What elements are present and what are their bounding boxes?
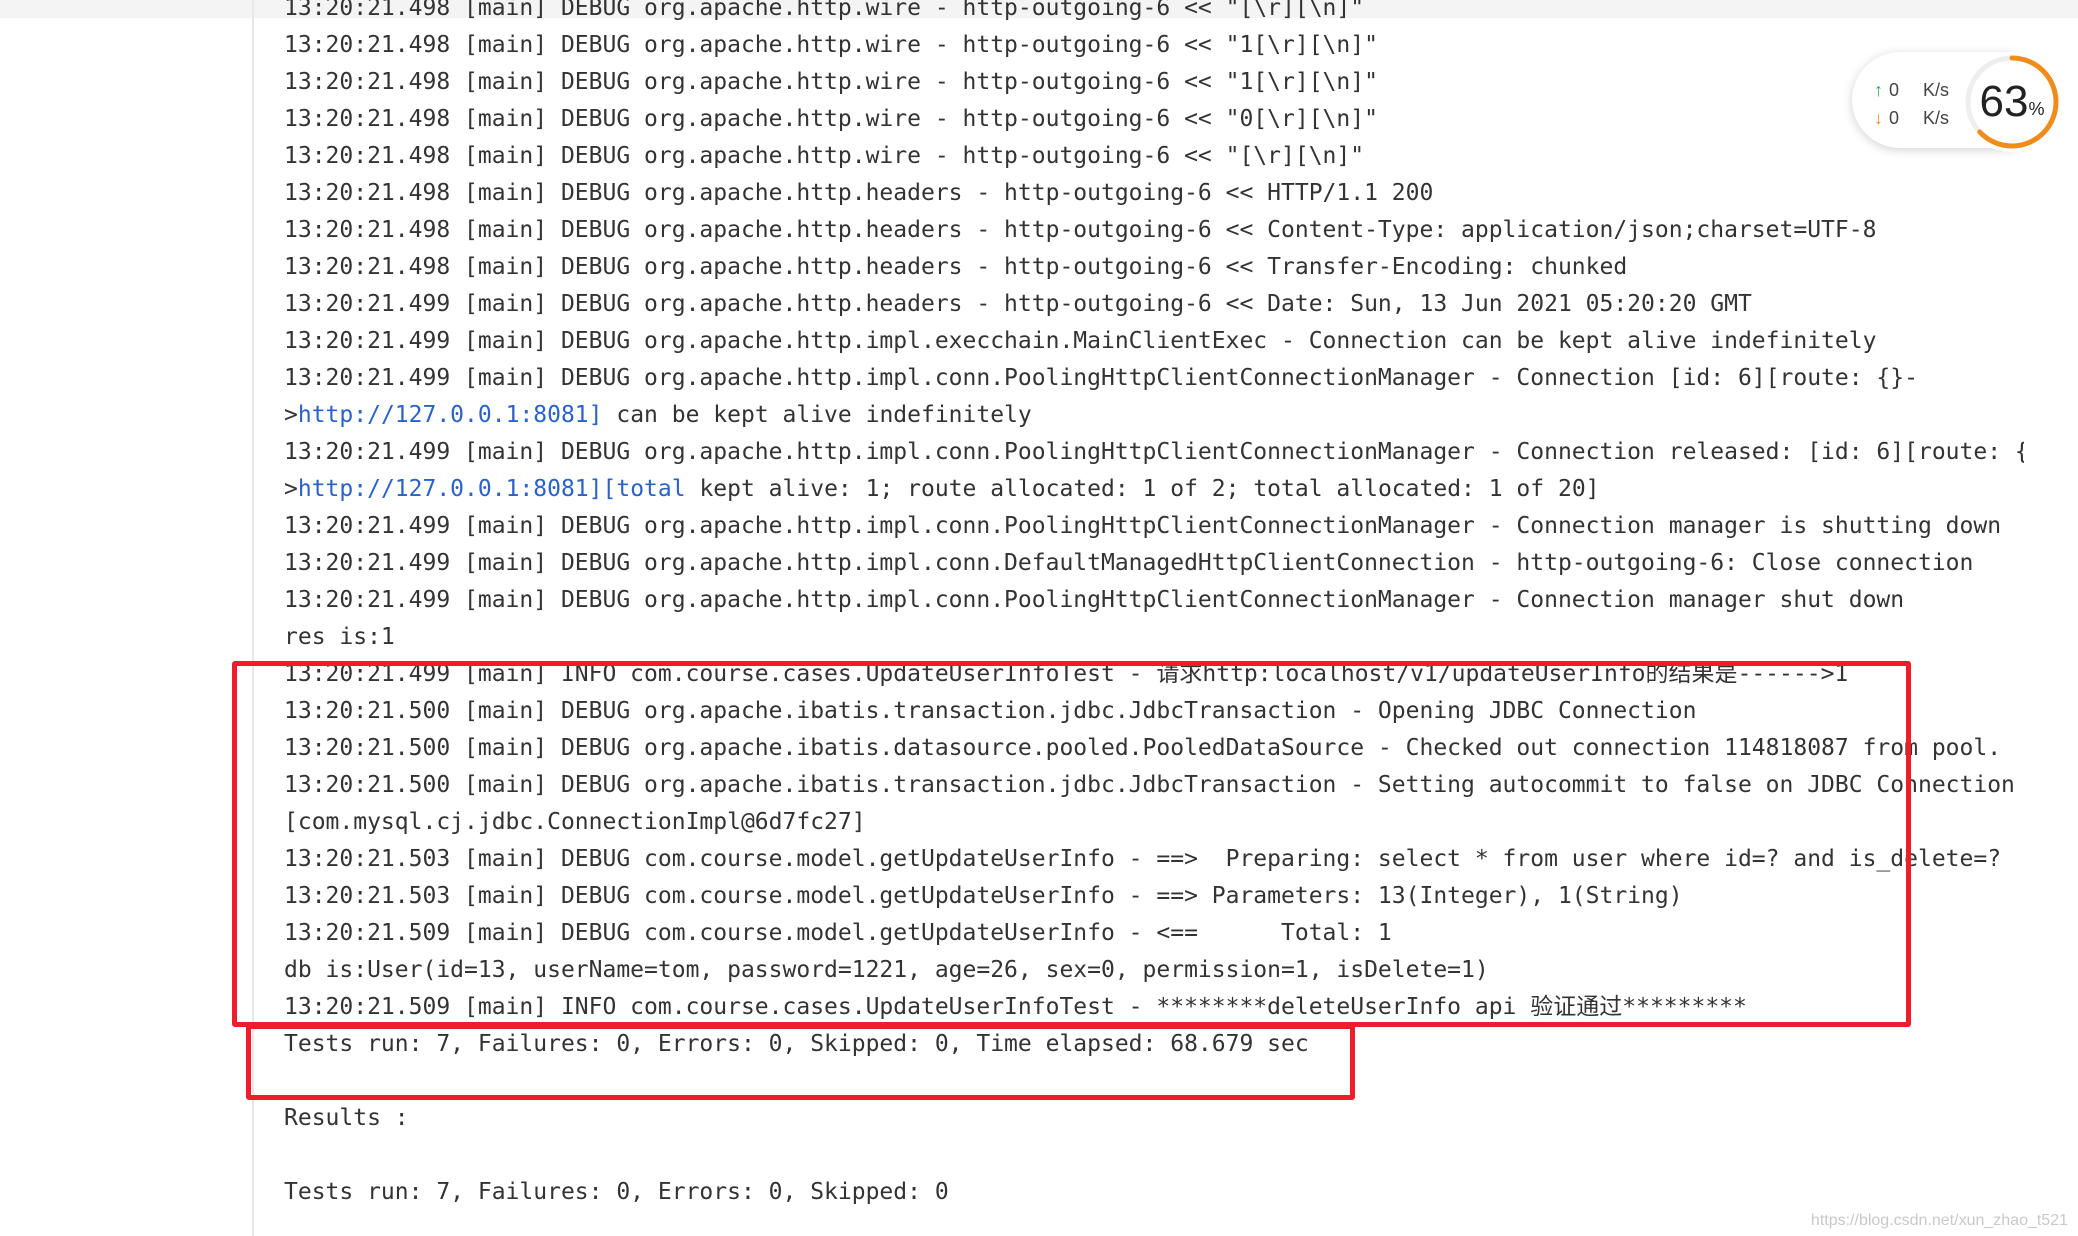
- log-link[interactable]: http://127.0.0.1:8081]: [298, 402, 603, 428]
- log-line: 13:20:21.499 [main] DEBUG org.apache.htt…: [284, 291, 1752, 317]
- upload-speed: ↑ 0 K/s: [1874, 80, 1949, 101]
- log-line-rest: can be kept alive indefinitely: [602, 402, 1032, 428]
- log-line: 13:20:21.498 [main] DEBUG org.apache.htt…: [284, 143, 1365, 169]
- usage-number: 63: [1979, 77, 2029, 126]
- log-line-rest: kept alive: 1; route allocated: 1 of 2; …: [685, 476, 1600, 502]
- log-line-prefix: >: [284, 402, 298, 428]
- usage-percent-symbol: %: [2028, 98, 2045, 119]
- log-line: 13:20:21.498 [main] DEBUG org.apache.htt…: [284, 32, 1378, 58]
- download-speed-unit: K/s: [1923, 108, 1950, 128]
- log-line: 13:20:21.499 [main] DEBUG org.apache.htt…: [284, 513, 2002, 539]
- log-line: 13:20:21.498 [main] DEBUG org.apache.htt…: [284, 0, 1365, 21]
- log-line: 13:20:21.499 [main] DEBUG org.apache.htt…: [284, 328, 1877, 354]
- upload-speed-value: 0: [1889, 80, 1900, 100]
- download-arrow-icon: ↓: [1874, 108, 1883, 128]
- log-line: 13:20:21.498 [main] DEBUG org.apache.htt…: [284, 180, 1434, 206]
- download-speed-value: 0: [1889, 108, 1900, 128]
- watermark: https://blog.csdn.net/xun_zhao_t521: [1810, 1212, 2068, 1229]
- log-line: 13:20:21.498 [main] DEBUG org.apache.htt…: [284, 254, 1628, 280]
- log-line: 13:20:21.498 [main] DEBUG org.apache.htt…: [284, 217, 1877, 243]
- log-line: Tests run: 7, Failures: 0, Errors: 0, Sk…: [284, 1179, 949, 1205]
- log-link[interactable]: http://127.0.0.1:8081][total: [298, 476, 686, 502]
- log-line: 13:20:21.498 [main] DEBUG org.apache.htt…: [284, 106, 1378, 132]
- highlight-box-test-summary: [246, 1024, 1355, 1100]
- highlight-box-db-verification: [232, 661, 1911, 1027]
- log-line: 13:20:21.499 [main] DEBUG org.apache.htt…: [284, 587, 1905, 613]
- log-line: 13:20:21.499 [main] DEBUG org.apache.htt…: [284, 439, 2024, 465]
- log-line: 13:20:21.499 [main] DEBUG org.apache.htt…: [284, 365, 1918, 391]
- log-line: Results :: [284, 1105, 409, 1131]
- download-speed: ↓ 0 K/s: [1874, 108, 1949, 129]
- log-line: res is:1: [284, 624, 395, 650]
- usage-percentage: 63%: [1960, 50, 2064, 154]
- log-line: 13:20:21.499 [main] DEBUG org.apache.htt…: [284, 550, 1974, 576]
- log-line: 13:20:21.498 [main] DEBUG org.apache.htt…: [284, 69, 1378, 95]
- log-line-prefix: >: [284, 476, 298, 502]
- log-line: >http://127.0.0.1:8081][total kept alive…: [284, 471, 2024, 508]
- upload-arrow-icon: ↑: [1874, 80, 1883, 100]
- upload-speed-unit: K/s: [1923, 80, 1950, 100]
- log-line: >http://127.0.0.1:8081] can be kept aliv…: [284, 397, 2024, 434]
